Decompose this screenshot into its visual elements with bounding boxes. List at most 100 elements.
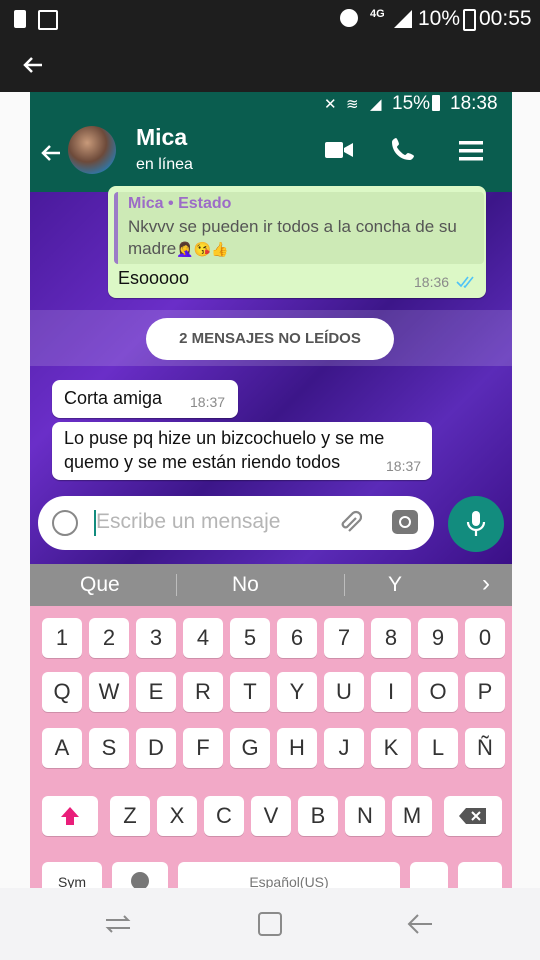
key-9[interactable]: 9	[418, 618, 458, 658]
key-j[interactable]: J	[324, 728, 364, 768]
key-6[interactable]: 6	[277, 618, 317, 658]
suggestion-divider	[344, 574, 345, 596]
mic-button[interactable]	[448, 496, 504, 552]
recent-apps-icon[interactable]	[104, 912, 132, 936]
key-n-tilde[interactable]: Ñ	[465, 728, 505, 768]
enter-key[interactable]	[458, 862, 502, 888]
key-t[interactable]: T	[230, 672, 270, 712]
key-5[interactable]: 5	[230, 618, 270, 658]
key-l[interactable]: L	[418, 728, 458, 768]
back-arrow-icon[interactable]	[40, 142, 62, 164]
message-bubble-in[interactable]: Lo puse pq hize un bizcochuelo y se me q…	[52, 422, 432, 480]
wifi-icon: ≋	[346, 96, 359, 113]
key-z[interactable]: Z	[110, 796, 150, 836]
battery-percent: 10%	[418, 7, 461, 30]
sym-key[interactable]: Sym	[42, 862, 102, 888]
phone-call-icon[interactable]	[390, 136, 416, 162]
message-text-line-1: Lo puse pq hize un bizcochuelo y se me	[64, 428, 385, 448]
message-input[interactable]: Escribe un mensaje	[96, 510, 280, 534]
notification-check-icon	[38, 10, 58, 30]
double-check-icon	[456, 276, 474, 288]
suggestion-2[interactable]: No	[232, 573, 259, 597]
key-n[interactable]: N	[345, 796, 385, 836]
message-text-line-2: quemo y se me están riendo todos	[64, 452, 341, 472]
key-r[interactable]: R	[183, 672, 223, 712]
message-bubble-in[interactable]: Corta amiga 18:37	[52, 380, 238, 418]
key-a[interactable]: A	[42, 728, 82, 768]
screenshot-photo: ✕ ≋ ◢ 15% 18:38 Mica en línea Mica • Est…	[30, 92, 512, 888]
key-k[interactable]: K	[371, 728, 411, 768]
contact-status: en línea	[136, 156, 193, 173]
period-key[interactable]	[410, 862, 448, 888]
chevron-right-icon[interactable]: ›	[482, 570, 490, 598]
message-text: Corta amiga	[64, 388, 163, 408]
quoted-status[interactable]: Mica • Estado Nkvvv se pueden ir todos a…	[114, 192, 484, 264]
inner-clock: 18:38	[450, 93, 498, 114]
video-call-icon[interactable]	[324, 140, 354, 160]
battery-icon	[463, 9, 476, 31]
inner-battery-icon	[432, 95, 440, 111]
key-h[interactable]: H	[277, 728, 317, 768]
key-8[interactable]: 8	[371, 618, 411, 658]
unread-label: 2 MENSAJES NO LEÍDOS	[179, 330, 361, 347]
suggestion-1[interactable]: Que	[80, 573, 120, 597]
chat-area: Mica • Estado Nkvvv se pueden ir todos a…	[30, 186, 512, 566]
key-i[interactable]: I	[371, 672, 411, 712]
suggestion-3[interactable]: Y	[388, 573, 402, 597]
suggestion-bar: Que No Y ›	[30, 564, 512, 606]
back-arrow-icon[interactable]	[22, 54, 44, 76]
message-bubble-out[interactable]: Mica • Estado Nkvvv se pueden ir todos a…	[108, 186, 486, 298]
network-type: 4G	[370, 8, 385, 20]
home-icon[interactable]	[256, 910, 284, 938]
key-g[interactable]: G	[230, 728, 270, 768]
shift-key[interactable]	[42, 796, 98, 836]
key-1[interactable]: 1	[42, 618, 82, 658]
suggestion-divider	[176, 574, 177, 596]
key-4[interactable]: 4	[183, 618, 223, 658]
signal-icon: ◢	[370, 96, 382, 113]
menu-icon[interactable]	[458, 138, 484, 164]
key-3[interactable]: 3	[136, 618, 176, 658]
key-e[interactable]: E	[136, 672, 176, 712]
key-7[interactable]: 7	[324, 618, 364, 658]
settings-key[interactable]	[112, 862, 168, 888]
key-0[interactable]: 0	[465, 618, 505, 658]
microphone-icon	[466, 511, 486, 536]
key-o[interactable]: O	[418, 672, 458, 712]
key-x[interactable]: X	[157, 796, 197, 836]
key-c[interactable]: C	[204, 796, 244, 836]
contact-name[interactable]: Mica	[136, 124, 187, 151]
chat-header: Mica en línea	[30, 116, 512, 192]
quoted-text: Nkvvv se pueden ir todos a la concha de …	[128, 217, 457, 258]
key-w[interactable]: W	[89, 672, 129, 712]
backspace-key[interactable]	[444, 796, 502, 836]
key-d[interactable]: D	[136, 728, 176, 768]
avatar[interactable]	[68, 126, 116, 174]
notification-alert-icon	[14, 10, 26, 28]
message-composer: Escribe un mensaje	[38, 496, 434, 550]
key-m[interactable]: M	[392, 796, 432, 836]
unread-divider: 2 MENSAJES NO LEÍDOS	[30, 310, 512, 366]
navigation-bar	[0, 888, 540, 960]
attach-icon[interactable]	[338, 510, 364, 536]
message-time: 18:36	[414, 274, 450, 290]
key-q[interactable]: Q	[42, 672, 82, 712]
camera-icon[interactable]	[392, 510, 418, 534]
key-u[interactable]: U	[324, 672, 364, 712]
back-icon[interactable]	[406, 910, 434, 938]
photo-frame: ✕ ≋ ◢ 15% 18:38 Mica en línea Mica • Est…	[0, 92, 540, 888]
key-p[interactable]: P	[465, 672, 505, 712]
gear-icon	[131, 872, 149, 888]
key-2[interactable]: 2	[89, 618, 129, 658]
emoji-icon[interactable]	[52, 510, 78, 536]
space-key[interactable]: Español(US)	[178, 862, 400, 888]
key-b[interactable]: B	[298, 796, 338, 836]
inner-battery-percent: 15%	[392, 93, 431, 114]
unread-badge: 2 MENSAJES NO LEÍDOS	[146, 318, 394, 360]
keyboard: Que No Y › 1 2 3 4 5 6 7 8 9 0 Q W E R T	[30, 564, 512, 888]
shift-arrow-icon	[61, 807, 79, 825]
key-v[interactable]: V	[251, 796, 291, 836]
key-y[interactable]: Y	[277, 672, 317, 712]
key-s[interactable]: S	[89, 728, 129, 768]
key-f[interactable]: F	[183, 728, 223, 768]
